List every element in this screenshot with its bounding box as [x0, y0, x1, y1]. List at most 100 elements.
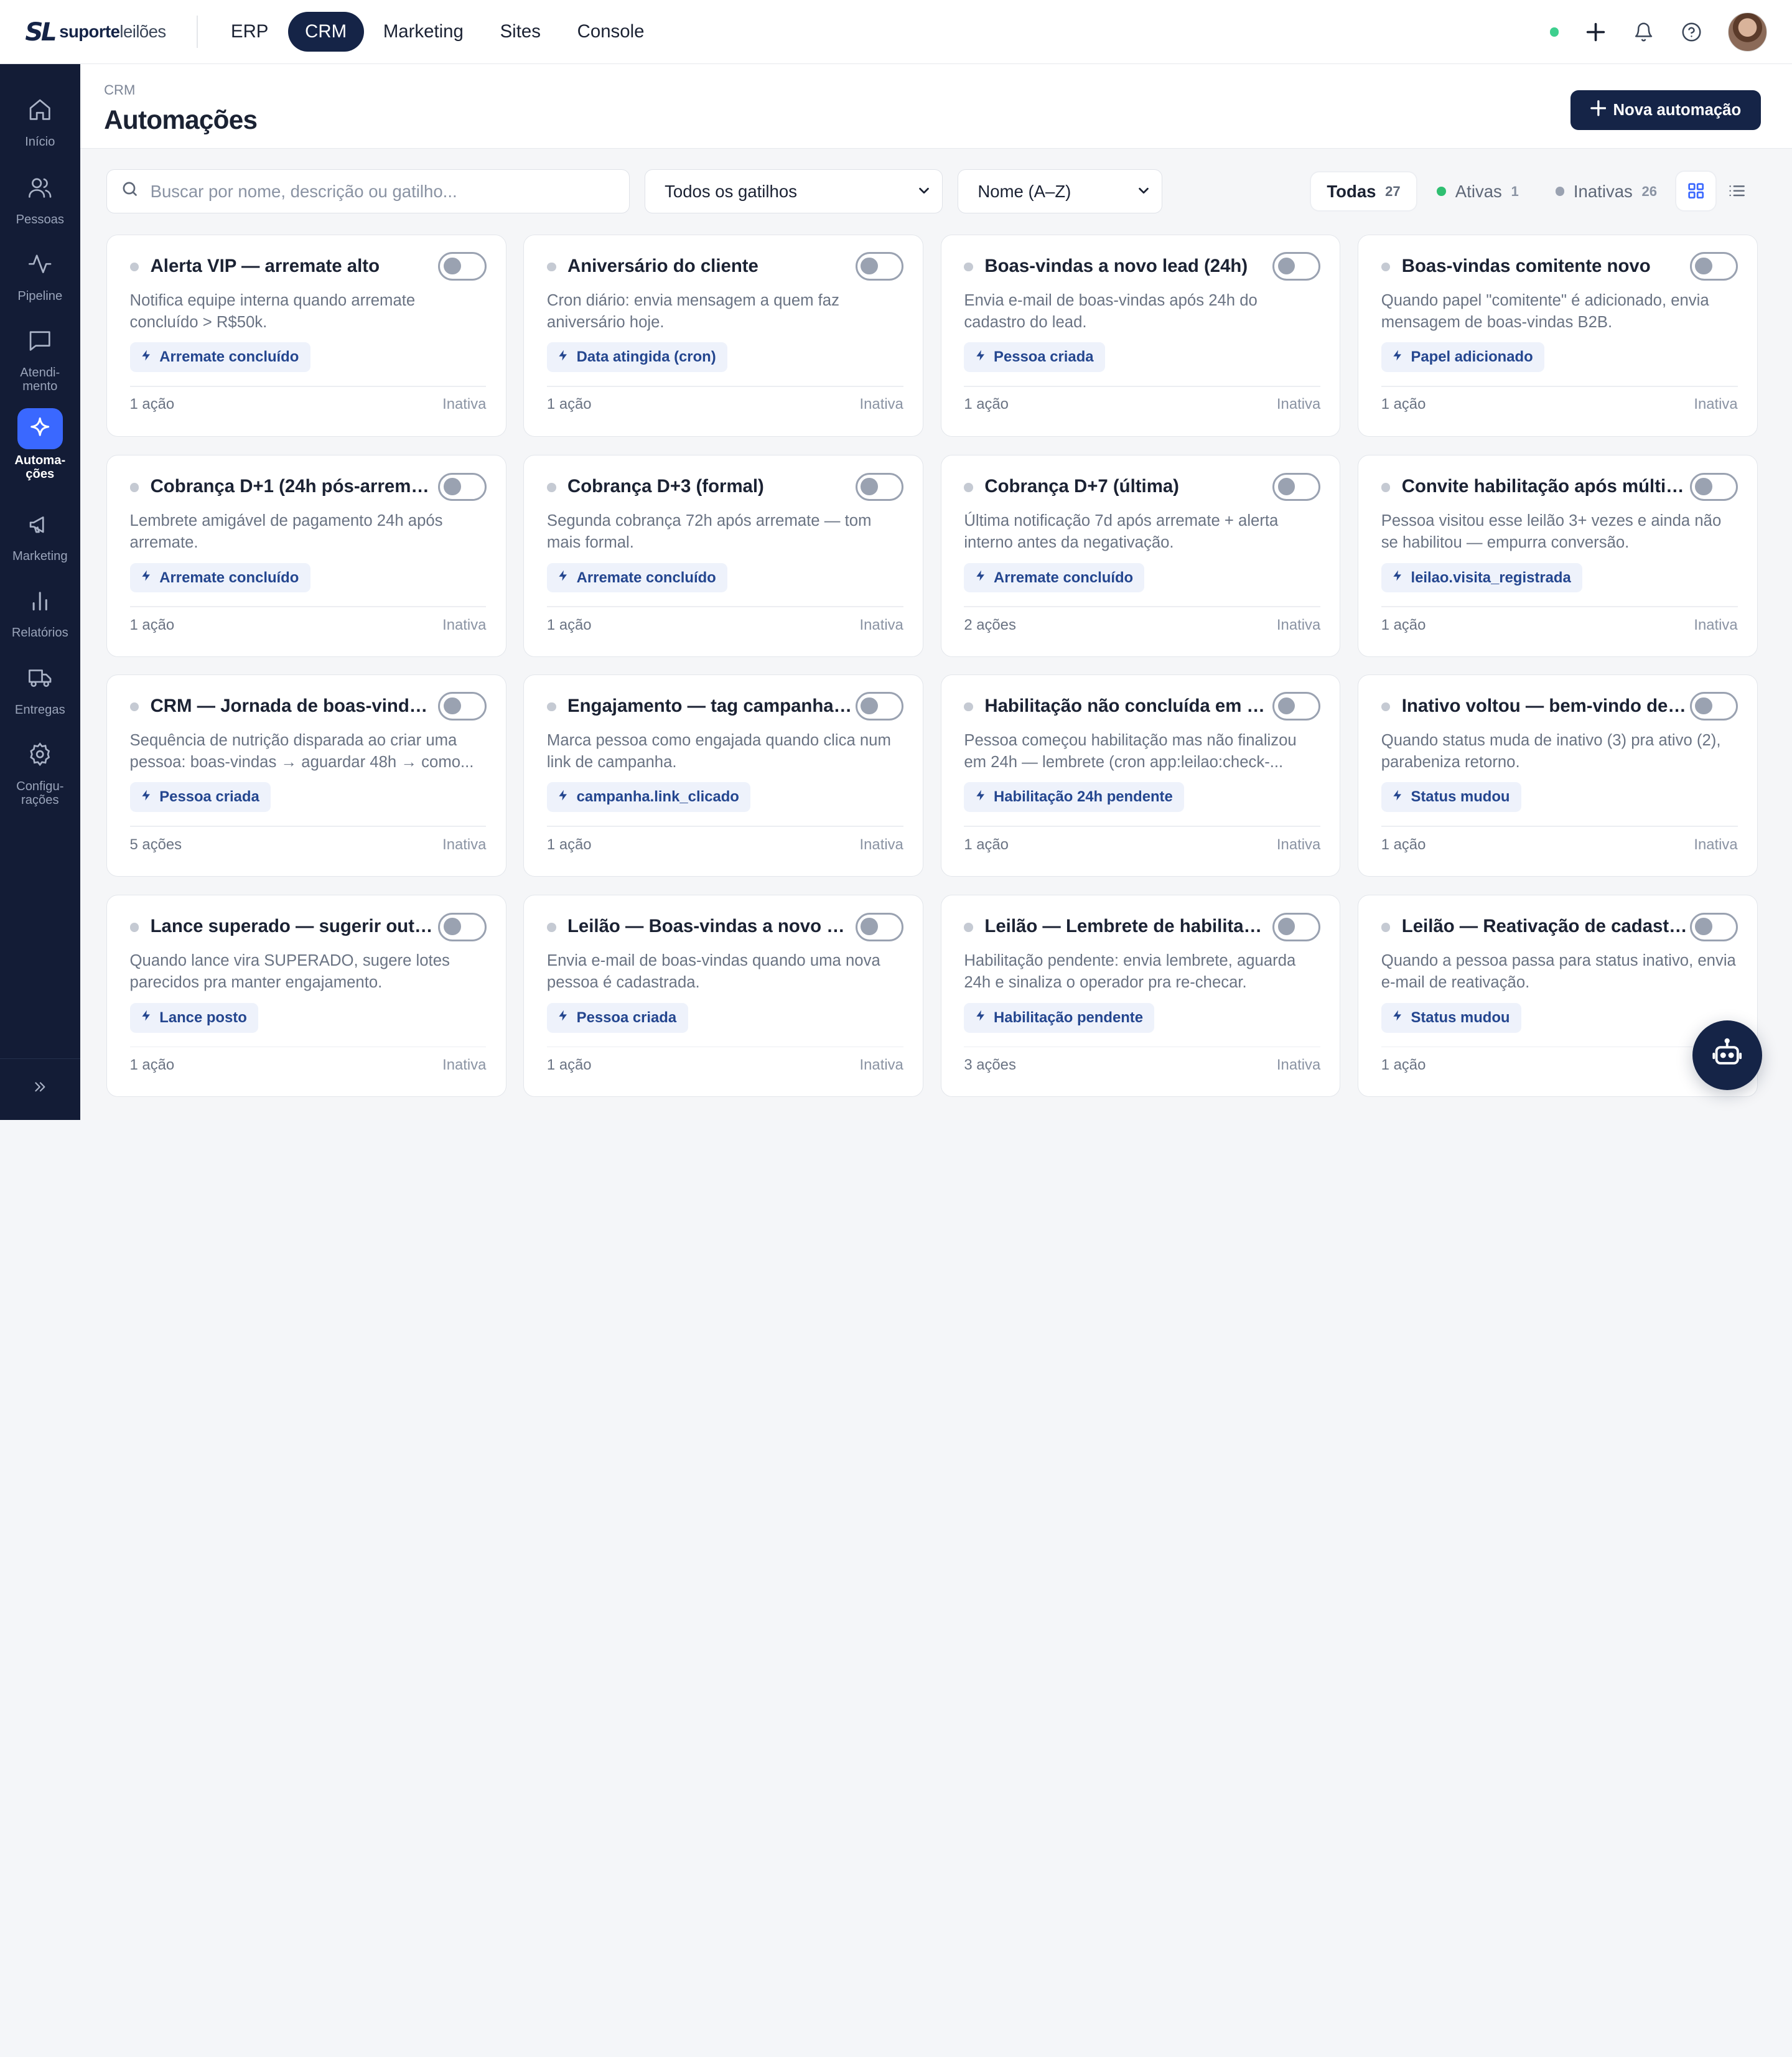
grid-view-icon[interactable] — [1676, 171, 1715, 210]
automation-toggle[interactable] — [1272, 252, 1321, 281]
automation-toggle[interactable] — [438, 912, 487, 941]
status-dot — [129, 702, 139, 712]
automation-toggle[interactable] — [1272, 472, 1321, 501]
sidebar-item-atendimento[interactable]: Atendi- mento — [0, 320, 80, 393]
sidebar-item-marketing[interactable]: Marketing — [0, 504, 80, 564]
automation-toggle[interactable] — [438, 472, 487, 501]
trigger-label: Lance posto — [159, 1009, 247, 1026]
card-divider — [1381, 826, 1738, 827]
plus-icon[interactable] — [1584, 21, 1607, 44]
status-dot — [964, 923, 973, 932]
list-view-icon[interactable] — [1718, 172, 1757, 210]
automation-card[interactable]: Boas-vindas a novo lead (24h) Envia e-ma… — [940, 234, 1341, 437]
automation-status: Inativa — [859, 616, 903, 633]
automation-toggle[interactable] — [1272, 692, 1321, 721]
automation-description: Última notificação 7d após arremate + al… — [964, 512, 1279, 552]
nav-tab-console[interactable]: Console — [560, 12, 661, 51]
sidebar-item-pessoas[interactable]: Pessoas — [0, 167, 80, 226]
automation-description: Envia e-mail de boas-vindas quando uma n… — [546, 952, 880, 992]
card-divider — [964, 385, 1321, 387]
bolt-icon — [557, 348, 569, 366]
automation-description: Quando lance vira SUPERADO, sugere lotes… — [129, 952, 450, 992]
automation-card[interactable]: Alerta VIP — arremate alto Notifica equi… — [106, 234, 506, 437]
automation-card[interactable]: Boas-vindas comitente novo Quando papel … — [1357, 234, 1758, 437]
automation-card[interactable]: Cobrança D+3 (formal) Segunda cobrança 7… — [523, 454, 924, 658]
sidebar-collapse-button[interactable] — [0, 1058, 80, 1120]
automation-card[interactable]: Engajamento — tag campanha cl... Marca p… — [523, 674, 924, 877]
automation-description: Pessoa visitou esse leilão 3+ vezes e ai… — [1381, 512, 1722, 552]
automation-toggle[interactable] — [855, 692, 903, 721]
nav-tab-marketing[interactable]: Marketing — [366, 12, 480, 51]
filter-inactive[interactable]: Inativas 26 — [1539, 172, 1673, 210]
assistant-button[interactable] — [1692, 1020, 1763, 1091]
sidebar-item-inicio[interactable]: Início — [0, 89, 80, 149]
automation-card[interactable]: Leilão — Lembrete de habilitaçã... Habil… — [940, 895, 1341, 1098]
logo[interactable]: SL suporteleilões — [25, 17, 194, 47]
automation-toggle[interactable] — [1689, 912, 1738, 941]
sidebar-item-entregas[interactable]: Entregas — [0, 657, 80, 717]
automation-status: Inativa — [859, 1056, 903, 1074]
automation-toggle[interactable] — [438, 252, 487, 281]
nav-tab-erp[interactable]: ERP — [213, 12, 286, 51]
sidebar-item-pipeline[interactable]: Pipeline — [0, 243, 80, 303]
trigger-tag: Arremate concluído — [964, 562, 1145, 593]
automation-card[interactable]: Cobrança D+7 (última) Última notificação… — [940, 454, 1341, 658]
automation-card[interactable]: Leilão — Boas-vindas a novo ca... Envia … — [523, 895, 924, 1098]
trigger-tag: Pessoa criada — [546, 1002, 688, 1033]
toggle-knob — [1277, 257, 1295, 275]
breadcrumb[interactable]: CRM — [104, 82, 135, 98]
automation-toggle[interactable] — [855, 472, 903, 501]
truck-icon — [17, 657, 63, 698]
page-title: Automações — [104, 105, 258, 134]
automation-description: Segunda cobrança 72h após arremate — tom… — [546, 512, 872, 552]
automation-status: Inativa — [442, 396, 487, 413]
trigger-filter-select[interactable]: Todos os gatilhos — [644, 169, 943, 214]
top-actions — [1549, 0, 1767, 64]
automation-toggle[interactable] — [1689, 692, 1738, 721]
filter-all[interactable]: Todas 27 — [1310, 172, 1417, 210]
nav-tab-crm[interactable]: CRM — [287, 12, 364, 52]
nav-tab-sites[interactable]: Sites — [483, 12, 558, 51]
sidebar-item-relatorios[interactable]: Relatórios — [0, 581, 80, 640]
new-automation-button[interactable]: Nova automação — [1570, 90, 1762, 131]
sidebar-item-label: Configu- rações — [16, 779, 64, 807]
automation-toggle[interactable] — [1272, 912, 1321, 941]
automation-toggle[interactable] — [438, 692, 487, 721]
automation-card[interactable]: Cobrança D+1 (24h pós-arremate) Lembrete… — [106, 454, 506, 658]
bolt-icon — [140, 348, 152, 366]
bolt-icon — [1391, 1009, 1404, 1027]
automation-title: Alerta VIP — arremate alto — [150, 255, 380, 276]
status-dot — [1381, 923, 1391, 932]
status-dot — [129, 483, 139, 492]
sort-select[interactable]: Nome (A–Z) — [958, 169, 1162, 214]
toggle-knob — [1695, 697, 1712, 715]
avatar[interactable] — [1728, 12, 1767, 52]
bolt-icon — [974, 348, 987, 366]
toggle-knob — [443, 257, 461, 275]
automation-status: Inativa — [442, 616, 487, 633]
automation-card[interactable]: Lance superado — sugerir outro... Quando… — [106, 895, 506, 1098]
toggle-knob — [1695, 257, 1712, 275]
sidebar-item-automacoes[interactable]: Automa- ções — [0, 408, 80, 482]
automation-toggle[interactable] — [855, 912, 903, 941]
automation-toggle[interactable] — [855, 252, 903, 281]
filter-active[interactable]: Ativas 1 — [1421, 172, 1535, 210]
search-input[interactable] — [150, 181, 608, 202]
help-icon[interactable] — [1680, 21, 1703, 44]
automation-card[interactable]: CRM — Jornada de boas-vindas ... Sequênc… — [106, 674, 506, 877]
online-status-dot — [1549, 27, 1559, 37]
automation-description: Lembrete amigável de pagamento 24h após … — [129, 512, 443, 552]
automation-description: Sequência de nutrição disparada ao criar… — [129, 731, 474, 771]
automation-card[interactable]: Convite habilitação após múltipl... Pess… — [1357, 454, 1758, 658]
automation-toggle[interactable] — [1689, 252, 1738, 281]
automation-card[interactable]: Habilitação não concluída em 24h Pessoa … — [940, 674, 1341, 877]
action-count: 1 ação — [1381, 836, 1426, 853]
bell-icon[interactable] — [1632, 21, 1655, 44]
automation-toggle[interactable] — [1689, 472, 1738, 501]
action-count: 1 ação — [546, 836, 592, 853]
status-dot — [546, 262, 556, 272]
sidebar-item-configuracoes[interactable]: Configu- rações — [0, 734, 80, 807]
automation-card[interactable]: Inativo voltou — bem-vindo de v... Quand… — [1357, 674, 1758, 877]
action-count: 5 ações — [129, 836, 182, 853]
automation-card[interactable]: Aniversário do cliente Cron diário: envi… — [523, 234, 924, 437]
